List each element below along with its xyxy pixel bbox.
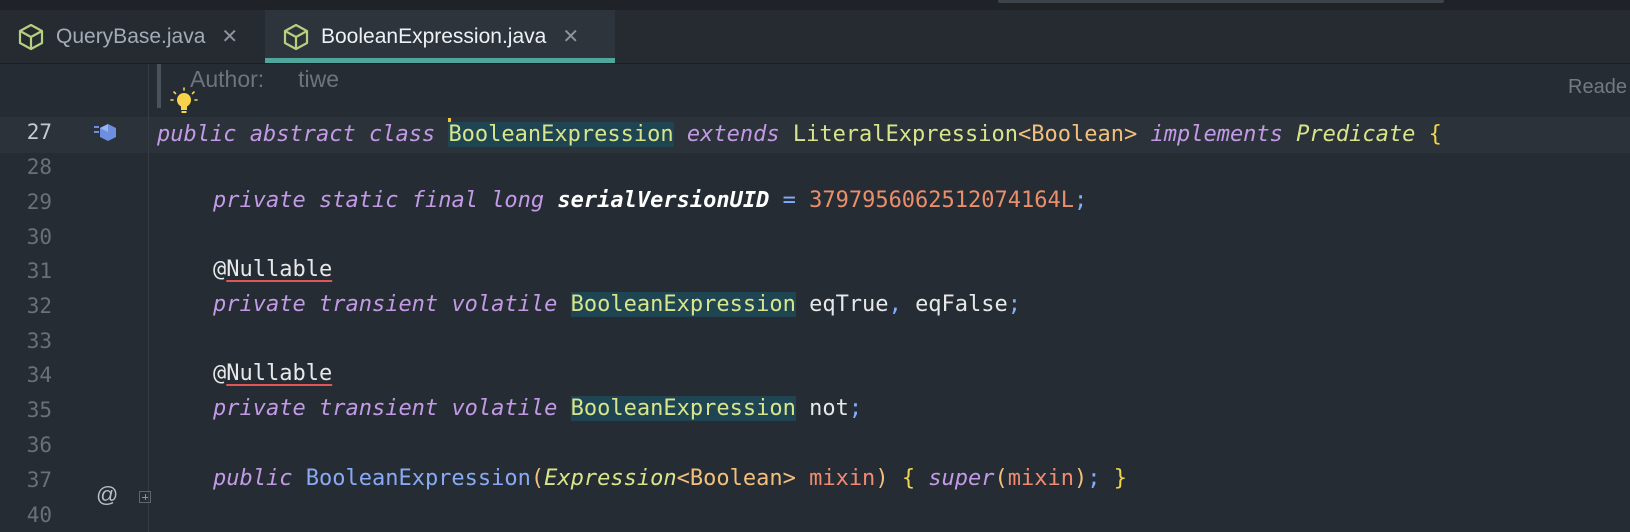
- code-line-37[interactable]: public BooleanExpression(Expression<Bool…: [213, 466, 1127, 491]
- kw: private: [213, 292, 306, 317]
- brace: {: [901, 466, 916, 491]
- semicolon: ;: [848, 396, 863, 421]
- annotation-at: @: [213, 361, 227, 386]
- code-line-31[interactable]: @Nullable: [213, 257, 332, 282]
- doc-comment-rule: [157, 64, 161, 108]
- tab-label: QueryBase.java: [56, 24, 206, 48]
- line-number: 28: [26, 155, 52, 179]
- line-number: 36: [26, 433, 52, 457]
- semicolon: ;: [1074, 188, 1088, 213]
- gutter-separator: [148, 64, 149, 532]
- class-name: BooleanExpression: [448, 122, 674, 147]
- line-number: 31: [26, 259, 52, 283]
- kw: final: [411, 188, 478, 213]
- operator: =: [782, 188, 796, 213]
- brace: }: [1113, 466, 1128, 491]
- argument: mixin: [1007, 466, 1075, 491]
- param-type: Expression: [544, 466, 677, 491]
- kw: long: [491, 188, 545, 213]
- author-key: Author:: [190, 66, 265, 92]
- generic-type: Boolean: [1031, 122, 1124, 147]
- kw: implements: [1150, 122, 1283, 147]
- fold-expand-icon[interactable]: [139, 491, 151, 503]
- code-line-27[interactable]: public abstract class BooleanExpression …: [157, 118, 1442, 147]
- lightbulb-icon[interactable]: [169, 86, 199, 116]
- line-number: 34: [26, 363, 52, 387]
- line-number: 35: [26, 398, 52, 422]
- class-cube-icon: [14, 20, 48, 54]
- line-number: 27: [26, 120, 52, 144]
- line-number: 29: [26, 190, 52, 214]
- class-cube-icon: [279, 20, 313, 54]
- annotation-name: Nullable: [226, 361, 333, 386]
- type: BooleanExpression: [570, 292, 796, 317]
- code-line-29[interactable]: private static final long serialVersionU…: [213, 188, 1087, 213]
- interface-name: Predicate: [1296, 122, 1416, 147]
- annotation-at: @: [213, 257, 227, 282]
- implements-method-icon[interactable]: [94, 121, 120, 145]
- tab-booleanexpression[interactable]: BooleanExpression.java ✕: [265, 10, 615, 63]
- kw: class: [368, 122, 436, 147]
- author-value: tiwe: [298, 66, 340, 92]
- line-number: 30: [26, 225, 52, 249]
- code-line-32[interactable]: private transient volatile BooleanExpres…: [213, 292, 1021, 317]
- paren: ): [875, 466, 889, 491]
- kw: private: [213, 396, 306, 421]
- reader-mode-button[interactable]: Reade: [1568, 76, 1627, 99]
- line-number: 40: [26, 503, 52, 527]
- generic-close: >: [782, 466, 796, 491]
- generic-open: <: [676, 466, 690, 491]
- brace: {: [1428, 122, 1442, 147]
- kw: extends: [686, 122, 780, 147]
- generic-close: >: [1123, 122, 1138, 147]
- semicolon: ;: [1087, 466, 1101, 491]
- kw: private: [213, 188, 306, 213]
- paren: (: [530, 466, 545, 491]
- variable: eqTrue: [809, 292, 889, 317]
- code-line-35[interactable]: private transient volatile BooleanExpres…: [213, 396, 862, 421]
- tab-label: BooleanExpression.java: [321, 24, 547, 48]
- generic-open: <: [1018, 122, 1032, 147]
- kw: static: [318, 188, 399, 213]
- kw: public: [157, 122, 237, 147]
- paren: (: [994, 466, 1008, 491]
- super-keyword: super: [928, 466, 995, 491]
- top-scroll-indicator[interactable]: [998, 0, 1444, 3]
- close-icon[interactable]: ✕: [562, 24, 579, 49]
- generic-type: Boolean: [689, 466, 783, 491]
- variable: not: [809, 396, 849, 421]
- type: BooleanExpression: [570, 396, 796, 421]
- line-number: 37: [26, 468, 52, 492]
- kw: transient: [318, 396, 439, 421]
- tab-querybase[interactable]: QueryBase.java ✕: [0, 10, 265, 63]
- constructor-name: BooleanExpression: [305, 466, 531, 491]
- close-icon[interactable]: ✕: [221, 24, 238, 49]
- param-name: mixin: [809, 466, 876, 491]
- semicolon: ;: [1007, 292, 1022, 317]
- editor-tab-bar: QueryBase.java ✕ BooleanExpression.java …: [0, 10, 1630, 64]
- field-name: serialVersionUID: [557, 188, 770, 213]
- doc-author: Author: tiwe: [190, 66, 339, 93]
- code-line-34[interactable]: @Nullable: [213, 361, 332, 386]
- kw: transient: [318, 292, 439, 317]
- line-number: 32: [26, 294, 52, 318]
- number-literal: 3797956062512074164L: [809, 188, 1074, 213]
- paren: ): [1074, 466, 1088, 491]
- annotation-gutter-marker[interactable]: @: [96, 482, 118, 508]
- kw: abstract: [249, 122, 356, 147]
- variable: eqFalse: [915, 292, 1008, 317]
- annotation-name: Nullable: [226, 257, 333, 282]
- comma: ,: [888, 292, 902, 317]
- kw: volatile: [451, 396, 558, 421]
- type: LiteralExpression: [792, 122, 1018, 147]
- line-number: 33: [26, 329, 52, 353]
- kw: public: [213, 466, 293, 491]
- kw: volatile: [451, 292, 558, 317]
